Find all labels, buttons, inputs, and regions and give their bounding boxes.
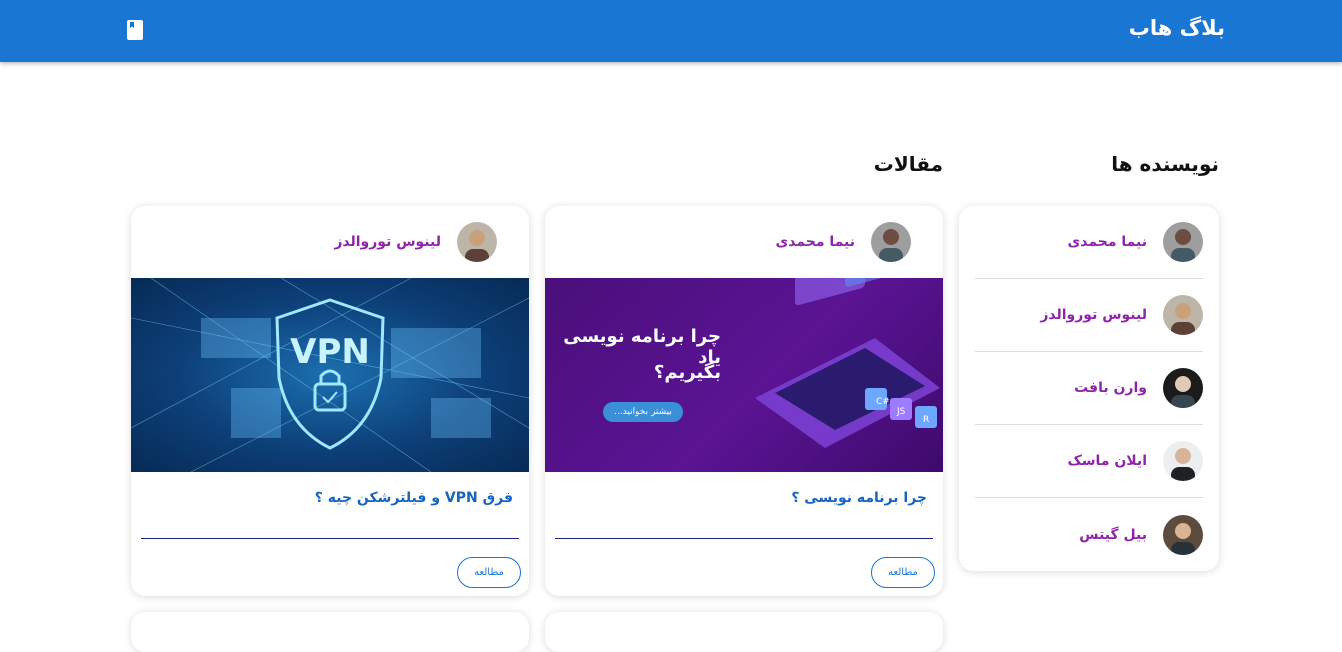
article-author[interactable]: نیما محمدی [545,206,943,278]
article-card: لینوس توروالدز VPN فرق VPN و فیلترشکن چی… [131,206,529,596]
avatar [1163,368,1203,408]
article-title[interactable]: فرق VPN و فیلترشکن چیه ؟ [315,490,513,506]
vpn-shield-illustration: VPN [131,278,529,472]
author-item[interactable]: وارن بافت [975,352,1203,425]
article-image[interactable]: C# JS R چرا برنامه نویسی یاد بگیریم؟ بیش… [545,278,943,472]
author-name: لینوس توروالدز [334,234,441,250]
app-bar: بلاگ هاب [0,0,1342,62]
vpn-badge: VPN [290,332,370,372]
author-item[interactable]: لینوس توروالدز [975,279,1203,352]
article-image[interactable]: VPN [131,278,529,472]
avatar [1163,295,1203,335]
svg-text:JS: JS [896,407,906,417]
article-card [545,612,943,652]
avatar [1163,441,1203,481]
article-title[interactable]: چرا برنامه نویسی ؟ [791,490,927,506]
author-item[interactable]: ایلان ماسک [975,425,1203,498]
image-read-more: بیشتر بخوانید... [603,402,683,422]
read-button[interactable]: مطالعه [871,557,935,588]
svg-text:C#: C# [876,397,890,407]
author-name: نیما محمدی [1067,234,1147,250]
author-name: بیل گیتس [1079,526,1147,543]
divider [141,538,519,539]
author-name: نیما محمدی [775,234,855,250]
read-button[interactable]: مطالعه [457,557,521,588]
avatar [1163,514,1203,555]
article-card: نیما محمدی C# JS R چرا برنامه نویسی یاد … [545,206,943,596]
authors-section-title: نویسنده ها [1111,152,1219,176]
svg-text:R: R [923,415,929,425]
articles-section-title: مقالات [873,152,943,176]
divider [555,538,933,539]
author-name: وارن بافت [1074,380,1147,396]
author-name: ایلان ماسک [1067,453,1147,469]
article-author[interactable]: لینوس توروالدز [131,206,529,278]
authors-list: نیما محمدی لینوس توروالدز وارن بافت ایلا… [959,206,1219,571]
avatar [871,222,911,262]
author-item[interactable]: نیما محمدی [975,206,1203,279]
author-name: لینوس توروالدز [1040,307,1147,323]
article-card [131,612,529,652]
avatar [457,222,497,262]
book-icon[interactable] [127,20,143,40]
brand-title[interactable]: بلاگ هاب [1129,16,1225,40]
author-item[interactable]: بیل گیتس [975,498,1203,571]
avatar [1163,222,1203,262]
image-headline: بگیریم؟ [653,362,721,383]
laptop-illustration: C# JS R [755,278,940,448]
